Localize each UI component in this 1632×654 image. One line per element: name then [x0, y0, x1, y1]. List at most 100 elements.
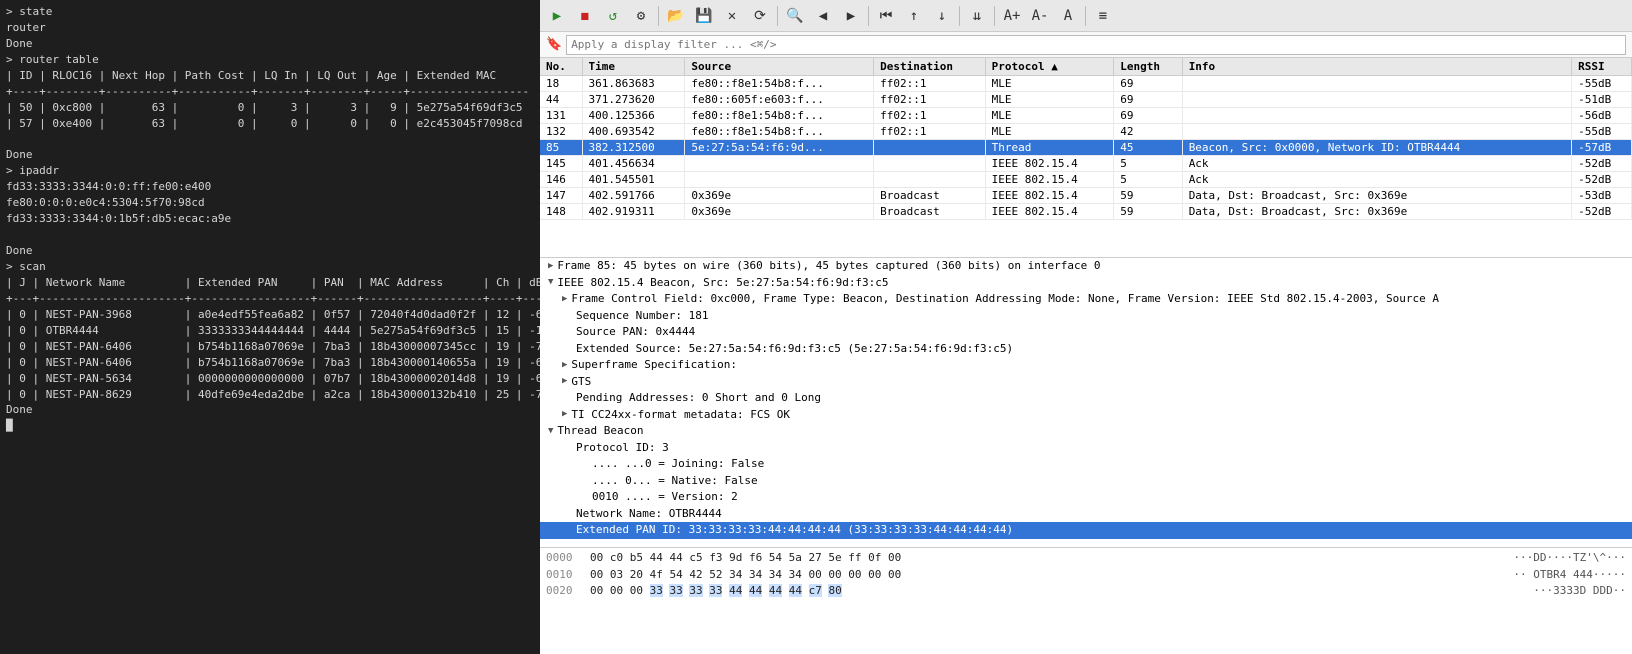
packet-row[interactable]: 44371.273620fe80::605f:e603:f...ff02::1M… [540, 92, 1632, 108]
detail-text: Protocol ID: 3 [576, 440, 669, 457]
detail-text: Superframe Specification: [571, 357, 737, 374]
toolbar-btn-autoscroll[interactable]: ⇊ [964, 4, 990, 28]
hex-ascii: ·· OTBR4 444····· [1513, 567, 1626, 584]
hex-ascii: ···3333D DDD·· [1533, 583, 1626, 600]
hex-offset: 0000 [546, 550, 582, 567]
detail-text: 0010 .... = Version: 2 [592, 489, 738, 506]
toolbar-btn-start[interactable]: ▶ [544, 4, 570, 28]
toolbar-btn-reload[interactable]: ⟳ [747, 4, 773, 28]
hex-highlighted: 33 [689, 584, 702, 597]
detail-line[interactable]: .... 0... = Native: False [540, 473, 1632, 490]
toolbar-btn-restart[interactable]: ↺ [600, 4, 626, 28]
detail-line[interactable]: Source PAN: 0x4444 [540, 324, 1632, 341]
packet-row[interactable]: 145401.456634IEEE 802.15.45Ack-52dB [540, 156, 1632, 172]
expand-icon[interactable]: ▶ [548, 260, 553, 274]
col-rssi[interactable]: RSSI [1572, 58, 1632, 76]
packet-row[interactable]: 147402.5917660x369eBroadcastIEEE 802.15.… [540, 188, 1632, 204]
toolbar-btn-find[interactable]: 🔍 [782, 4, 808, 28]
toolbar-btn-close[interactable]: ✕ [719, 4, 745, 28]
detail-line[interactable]: 0010 .... = Version: 2 [540, 489, 1632, 506]
hex-highlighted: 44 [789, 584, 802, 597]
terminal-panel: > state router Done > router table | ID … [0, 0, 540, 654]
packet-detail: ▶ Frame 85: 45 bytes on wire (360 bits), … [540, 258, 1632, 548]
toolbar-btn-open[interactable]: 📂 [663, 4, 689, 28]
detail-text: Frame Control Field: 0xc000, Frame Type:… [571, 291, 1439, 308]
expand-icon[interactable]: ▶ [562, 408, 567, 422]
toolbar-btn-options[interactable]: ⚙ [628, 4, 654, 28]
col-protocol[interactable]: Protocol ▲ [985, 58, 1114, 76]
hex-highlighted: 44 [769, 584, 782, 597]
detail-line[interactable]: ▼ IEEE 802.15.4 Beacon, Src: 5e:27:5a:54:… [540, 275, 1632, 292]
toolbar-btn-save[interactable]: 💾 [691, 4, 717, 28]
bookmark-icon: 🔖 [546, 37, 562, 52]
toolbar-btn-prev[interactable]: ◀ [810, 4, 836, 28]
expand-icon[interactable]: ▼ [548, 425, 553, 439]
detail-text: Source PAN: 0x4444 [576, 324, 695, 341]
toolbar-btn-zoom-in[interactable]: A+ [999, 4, 1025, 28]
detail-line[interactable]: ▶ Frame Control Field: 0xc000, Frame Type… [540, 291, 1632, 308]
filter-bar: 🔖 [540, 32, 1632, 58]
hex-bytes: 00 c0 b5 44 44 c5 f3 9d f6 54 5a 27 5e f… [590, 550, 1505, 567]
detail-text: Frame 85: 45 bytes on wire (360 bits), 4… [557, 258, 1100, 275]
hex-bytes: 00 03 20 4f 54 42 52 34 34 34 34 00 00 0… [590, 567, 1505, 584]
toolbar-btn-zoom-out[interactable]: A- [1027, 4, 1053, 28]
toolbar-btn-go-up[interactable]: ↑ [901, 4, 927, 28]
detail-line[interactable]: ▶ Frame 85: 45 bytes on wire (360 bits), … [540, 258, 1632, 275]
detail-text: TI CC24xx-format metadata: FCS OK [571, 407, 790, 424]
hex-row: 0010 00 03 20 4f 54 42 52 34 34 34 34 00 … [546, 567, 1626, 584]
detail-line[interactable]: Sequence Number: 181 [540, 308, 1632, 325]
col-source[interactable]: Source [685, 58, 874, 76]
detail-text: .... 0... = Native: False [592, 473, 758, 490]
packet-row[interactable]: 131400.125366fe80::f8e1:54b8:f...ff02::1… [540, 108, 1632, 124]
toolbar-sep-sep4 [959, 6, 960, 26]
detail-line[interactable]: Extended PAN ID: 33:33:33:33:44:44:44:44… [540, 522, 1632, 539]
toolbar-btn-next[interactable]: ▶ [838, 4, 864, 28]
detail-line[interactable]: Protocol ID: 3 [540, 440, 1632, 457]
packet-row[interactable]: 148402.9193110x369eBroadcastIEEE 802.15.… [540, 204, 1632, 220]
packet-list: No. Time Source Destination Protocol ▲ L… [540, 58, 1632, 258]
col-info[interactable]: Info [1182, 58, 1571, 76]
toolbar: ▶◼↺⚙📂💾✕⟳🔍◀▶⏮↑↓⇊A+A-A≡ [540, 0, 1632, 32]
detail-line[interactable]: .... ...0 = Joining: False [540, 456, 1632, 473]
col-length[interactable]: Length [1114, 58, 1182, 76]
wireshark-panel: ▶◼↺⚙📂💾✕⟳🔍◀▶⏮↑↓⇊A+A-A≡ 🔖 No. Time Source … [540, 0, 1632, 654]
hex-row: 0000 00 c0 b5 44 44 c5 f3 9d f6 54 5a 27 … [546, 550, 1626, 567]
expand-icon[interactable]: ▶ [562, 359, 567, 373]
toolbar-btn-go-down[interactable]: ↓ [929, 4, 955, 28]
hex-row: 002000 00 00 33 33 33 33 44 44 44 44 c7 … [546, 583, 1626, 600]
hex-highlighted: c7 [809, 584, 822, 597]
detail-line[interactable]: ▶ TI CC24xx-format metadata: FCS OK [540, 407, 1632, 424]
detail-text: Pending Addresses: 0 Short and 0 Long [576, 390, 821, 407]
hex-highlighted: 33 [709, 584, 722, 597]
detail-line[interactable]: ▼ Thread Beacon [540, 423, 1632, 440]
expand-icon[interactable]: ▼ [548, 276, 553, 290]
detail-line[interactable]: Pending Addresses: 0 Short and 0 Long [540, 390, 1632, 407]
hex-highlighted: 44 [749, 584, 762, 597]
hex-offset: 0010 [546, 567, 582, 584]
detail-line[interactable]: ▶GTS [540, 374, 1632, 391]
hex-highlighted: 44 [729, 584, 742, 597]
hex-bytes: 00 00 00 33 33 33 33 44 44 44 44 c7 80 [590, 583, 1525, 600]
toolbar-btn-stop[interactable]: ◼ [572, 4, 598, 28]
toolbar-btn-coloring[interactable]: ≡ [1090, 4, 1116, 28]
toolbar-sep-sep6 [1085, 6, 1086, 26]
detail-text: Extended PAN ID: 33:33:33:33:44:44:44:44… [576, 522, 1013, 539]
col-time[interactable]: Time [582, 58, 685, 76]
toolbar-btn-go-first[interactable]: ⏮ [873, 4, 899, 28]
toolbar-sep-sep3 [868, 6, 869, 26]
detail-text: IEEE 802.15.4 Beacon, Src: 5e:27:5a:54:f… [557, 275, 888, 292]
expand-icon[interactable]: ▶ [562, 293, 567, 307]
detail-line[interactable]: Network Name: OTBR4444 [540, 506, 1632, 523]
detail-line[interactable]: ▶ Superframe Specification: [540, 357, 1632, 374]
expand-icon[interactable]: ▶ [562, 375, 567, 389]
packet-row[interactable]: 18361.863683fe80::f8e1:54b8:f...ff02::1M… [540, 76, 1632, 92]
filter-input[interactable] [566, 35, 1626, 55]
packet-row[interactable]: 132400.693542fe80::f8e1:54b8:f...ff02::1… [540, 124, 1632, 140]
packet-row[interactable]: 85382.3125005e:27:5a:54:f6:9d...Thread45… [540, 140, 1632, 156]
toolbar-btn-zoom-reset[interactable]: A [1055, 4, 1081, 28]
col-no[interactable]: No. [540, 58, 582, 76]
detail-line[interactable]: Extended Source: 5e:27:5a:54:f6:9d:f3:c5… [540, 341, 1632, 358]
col-destination[interactable]: Destination [874, 58, 985, 76]
packet-row[interactable]: 146401.545501IEEE 802.15.45Ack-52dB [540, 172, 1632, 188]
detail-text: Thread Beacon [557, 423, 643, 440]
